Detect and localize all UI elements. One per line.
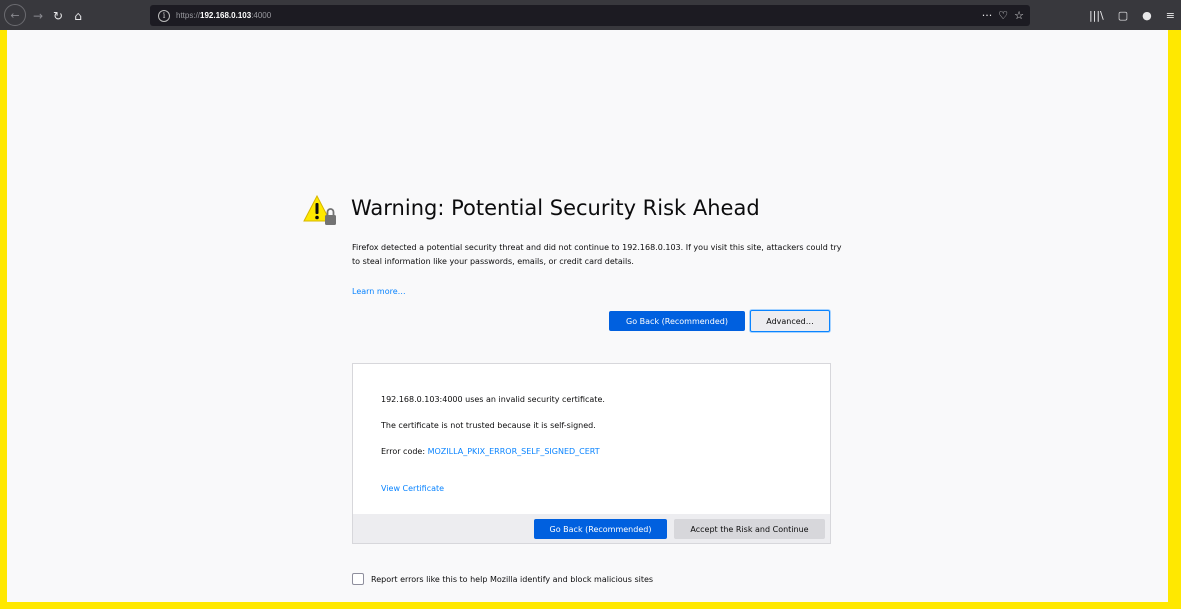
- site-info-icon[interactable]: i: [158, 9, 170, 22]
- url-suffix: :4000: [251, 11, 272, 20]
- url-host: 192.168.0.103: [200, 11, 252, 20]
- toolbar-right-actions: |||\ ▢ ● ≡: [1089, 4, 1175, 26]
- url-bar[interactable]: i https://192.168.0.103:4000 ··· ♡ ☆: [150, 5, 1030, 26]
- forward-button[interactable]: →: [30, 4, 46, 28]
- back-arrow-icon: ←: [10, 8, 20, 22]
- home-icon: ⌂: [74, 9, 82, 23]
- url-prefix: https://: [176, 11, 201, 20]
- error-code-link[interactable]: MOZILLA_PKIX_ERROR_SELF_SIGNED_CERT: [428, 447, 600, 456]
- go-back-button[interactable]: Go Back (Recommended): [609, 311, 745, 331]
- warning-description: Firefox detected a potential security th…: [352, 243, 842, 266]
- bookmark-star-icon[interactable]: ☆: [1014, 9, 1024, 22]
- invalid-cert-text: 192.168.0.103:4000 uses an invalid secur…: [381, 395, 605, 404]
- page-title: Warning: Potential Security Risk Ahead: [351, 196, 760, 220]
- learn-more-link[interactable]: Learn more…: [352, 287, 406, 296]
- forward-arrow-icon: →: [32, 9, 44, 23]
- url-text[interactable]: https://192.168.0.103:4000: [176, 11, 271, 20]
- advanced-panel: 192.168.0.103:4000 uses an invalid secur…: [352, 363, 831, 544]
- page-actions-icon[interactable]: ···: [982, 9, 993, 22]
- go-back-button-secondary[interactable]: Go Back (Recommended): [534, 519, 667, 539]
- menu-icon[interactable]: ≡: [1166, 9, 1175, 22]
- report-errors-label[interactable]: Report errors like this to help Mozilla …: [371, 575, 653, 584]
- report-errors-row: Report errors like this to help Mozilla …: [352, 573, 653, 585]
- sidebar-icon[interactable]: ▢: [1118, 9, 1128, 22]
- pocket-icon[interactable]: ♡: [998, 9, 1008, 22]
- account-icon[interactable]: ●: [1142, 9, 1152, 22]
- library-icon[interactable]: |||\: [1089, 9, 1104, 22]
- error-code-line: Error code: MOZILLA_PKIX_ERROR_SELF_SIGN…: [381, 447, 600, 456]
- error-code-label: Error code:: [381, 447, 428, 456]
- advanced-panel-footer: Go Back (Recommended) Accept the Risk an…: [353, 514, 830, 543]
- reload-button[interactable]: ↻: [50, 4, 66, 28]
- view-certificate-link[interactable]: View Certificate: [381, 484, 444, 493]
- report-errors-checkbox[interactable]: [352, 573, 364, 585]
- reload-icon: ↻: [52, 9, 64, 23]
- home-button[interactable]: ⌂: [70, 4, 86, 28]
- browser-toolbar: ← → ↻ ⌂ i https://192.168.0.103:4000 ···…: [0, 0, 1181, 30]
- back-button[interactable]: ←: [4, 4, 26, 26]
- accept-risk-button[interactable]: Accept the Risk and Continue: [674, 519, 825, 539]
- advanced-button[interactable]: Advanced…: [750, 310, 830, 332]
- self-signed-text: The certificate is not trusted because i…: [381, 421, 596, 430]
- url-bar-actions: ··· ♡ ☆: [982, 5, 1024, 26]
- warning-lock-icon: [303, 195, 336, 225]
